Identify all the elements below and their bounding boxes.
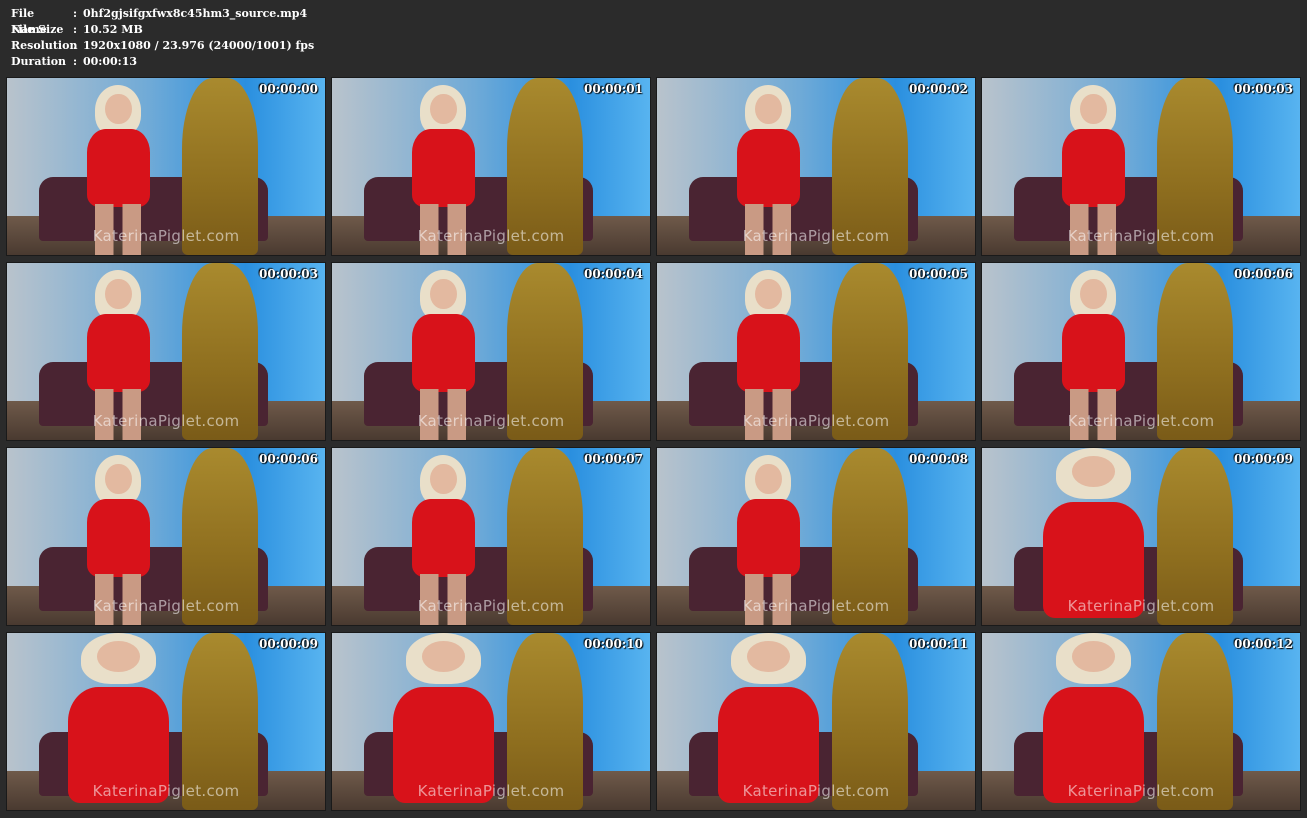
video-thumbnail: 00:00:02 KaterinaPiglet.com xyxy=(656,77,976,256)
duration-value: 00:00:13 xyxy=(83,55,138,68)
scene-figure-left xyxy=(52,633,186,803)
figure-face xyxy=(755,278,782,310)
video-thumbnail: 00:00:06 KaterinaPiglet.com xyxy=(981,262,1301,441)
figure-body xyxy=(736,314,800,393)
video-thumbnail: 00:00:06 KaterinaPiglet.com xyxy=(6,447,326,626)
thumbnail-timestamp: 00:00:07 xyxy=(584,452,643,466)
thumbnail-timestamp: 00:00:11 xyxy=(909,637,968,651)
thumbnail-timestamp: 00:00:02 xyxy=(909,82,968,96)
watermark-text: KaterinaPiglet.com xyxy=(1067,782,1215,800)
thumbnail-timestamp: 00:00:03 xyxy=(1234,82,1293,96)
thumbnail-timestamp: 00:00:10 xyxy=(584,637,643,651)
thumbnail-timestamp: 00:00:08 xyxy=(909,452,968,466)
figure-body xyxy=(1061,129,1125,208)
figure-face xyxy=(105,278,132,310)
separator: : xyxy=(73,23,78,36)
video-thumbnail: 00:00:03 KaterinaPiglet.com xyxy=(981,77,1301,256)
watermark-text: KaterinaPiglet.com xyxy=(1067,227,1215,245)
separator: : xyxy=(73,7,78,20)
resolution-value: 1920x1080 / 23.976 (24000/1001) fps xyxy=(83,39,315,52)
figure-body xyxy=(86,314,150,393)
figure-face xyxy=(1080,278,1107,310)
file-size-label: File Size xyxy=(11,23,64,36)
video-thumbnail: 00:00:08 KaterinaPiglet.com xyxy=(656,447,976,626)
watermark-text: KaterinaPiglet.com xyxy=(1067,412,1215,430)
scene-figure-left xyxy=(702,633,836,803)
figure-face xyxy=(430,278,457,310)
thumbnail-timestamp: 00:00:00 xyxy=(259,82,318,96)
file-size-row: File Size : 10.52 MB xyxy=(11,22,314,38)
figure-face xyxy=(96,641,140,673)
figure-body xyxy=(411,499,475,578)
figure-body xyxy=(86,129,150,208)
thumbnail-timestamp: 00:00:09 xyxy=(259,637,318,651)
resolution-label: Resolution xyxy=(11,39,78,52)
figure-face xyxy=(1071,641,1115,673)
thumbnail-timestamp: 00:00:05 xyxy=(909,267,968,281)
file-name-row: File Name : 0hf2gjsifgxfwx8c45hm3_source… xyxy=(11,6,314,36)
scene-figure-left xyxy=(1027,633,1161,803)
figure-body xyxy=(411,129,475,208)
watermark-text: KaterinaPiglet.com xyxy=(417,597,565,615)
video-thumbnail: 00:00:10 KaterinaPiglet.com xyxy=(331,632,651,811)
figure-body xyxy=(411,314,475,393)
video-thumbnail: 00:00:05 KaterinaPiglet.com xyxy=(656,262,976,441)
file-name-value: 0hf2gjsifgxfwx8c45hm3_source.mp4 xyxy=(83,7,308,20)
figure-face xyxy=(1071,456,1115,488)
figure-face xyxy=(430,93,457,125)
figure-face xyxy=(105,93,132,125)
video-thumbnail: 00:00:00 KaterinaPiglet.com xyxy=(6,77,326,256)
thumbnail-timestamp: 00:00:09 xyxy=(1234,452,1293,466)
figure-face xyxy=(1080,93,1107,125)
duration-row: Duration : 00:00:13 xyxy=(11,54,314,70)
video-thumbnail: 00:00:07 KaterinaPiglet.com xyxy=(331,447,651,626)
file-name-label: File Name xyxy=(11,7,47,36)
watermark-text: KaterinaPiglet.com xyxy=(92,597,240,615)
watermark-text: KaterinaPiglet.com xyxy=(742,412,890,430)
separator: : xyxy=(73,39,78,52)
figure-body xyxy=(736,129,800,208)
watermark-text: KaterinaPiglet.com xyxy=(92,412,240,430)
file-size-value: 10.52 MB xyxy=(83,23,143,36)
figure-face xyxy=(105,463,132,495)
watermark-text: KaterinaPiglet.com xyxy=(92,227,240,245)
thumbnail-timestamp: 00:00:03 xyxy=(259,267,318,281)
watermark-text: KaterinaPiglet.com xyxy=(417,782,565,800)
video-thumbnail: 00:00:01 KaterinaPiglet.com xyxy=(331,77,651,256)
watermark-text: KaterinaPiglet.com xyxy=(92,782,240,800)
figure-face xyxy=(746,641,790,673)
thumbnail-timestamp: 00:00:01 xyxy=(584,82,643,96)
resolution-row: Resolution : 1920x1080 / 23.976 (24000/1… xyxy=(11,38,314,54)
video-thumbnail: 00:00:12 KaterinaPiglet.com xyxy=(981,632,1301,811)
thumbnail-timestamp: 00:00:12 xyxy=(1234,637,1293,651)
watermark-text: KaterinaPiglet.com xyxy=(417,412,565,430)
video-thumbnail: 00:00:09 KaterinaPiglet.com xyxy=(6,632,326,811)
figure-face xyxy=(421,641,465,673)
figure-face xyxy=(755,93,782,125)
figure-body xyxy=(86,499,150,578)
thumbnail-timestamp: 00:00:04 xyxy=(584,267,643,281)
watermark-text: KaterinaPiglet.com xyxy=(742,227,890,245)
video-thumbnail: 00:00:09 KaterinaPiglet.com xyxy=(981,447,1301,626)
watermark-text: KaterinaPiglet.com xyxy=(417,227,565,245)
figure-face xyxy=(755,463,782,495)
figure-face xyxy=(430,463,457,495)
video-thumbnail: 00:00:04 KaterinaPiglet.com xyxy=(331,262,651,441)
watermark-text: KaterinaPiglet.com xyxy=(742,782,890,800)
thumbnail-timestamp: 00:00:06 xyxy=(259,452,318,466)
separator: : xyxy=(73,55,78,68)
thumbnail-grid: 00:00:00 KaterinaPiglet.com 00:00:01 Kateri… xyxy=(6,77,1302,817)
video-thumbnail: 00:00:03 KaterinaPiglet.com xyxy=(6,262,326,441)
watermark-text: KaterinaPiglet.com xyxy=(742,597,890,615)
figure-body xyxy=(736,499,800,578)
figure-body xyxy=(1061,314,1125,393)
file-info-header: File Name : 0hf2gjsifgxfwx8c45hm3_source… xyxy=(11,6,314,70)
watermark-text: KaterinaPiglet.com xyxy=(1067,597,1215,615)
video-thumbnail: 00:00:11 KaterinaPiglet.com xyxy=(656,632,976,811)
thumbnail-timestamp: 00:00:06 xyxy=(1234,267,1293,281)
scene-figure-left xyxy=(377,633,511,803)
duration-label: Duration xyxy=(11,55,67,68)
scene-figure-left xyxy=(1027,448,1161,618)
